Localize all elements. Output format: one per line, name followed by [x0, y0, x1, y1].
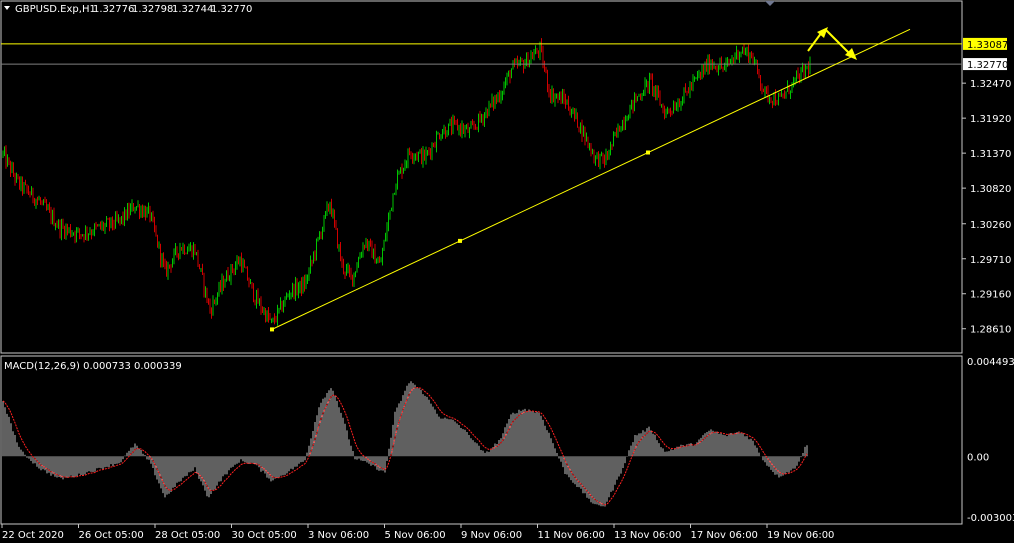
price-label: 1.29710: [970, 255, 1011, 266]
price-axis: 1.32470 1.31920 1.31370 1.30820 1.30260 1.297…: [962, 79, 1011, 336]
symbol-header: GBPUSD.Exp,H1: [15, 4, 96, 15]
trendline-anchor[interactable]: [270, 327, 274, 332]
current-price-label: 1.32770: [967, 60, 1008, 71]
trendline-anchor[interactable]: [458, 238, 462, 243]
macd-label: 0.004493: [967, 357, 1014, 368]
time-label: 30 Oct 05:00: [232, 530, 297, 541]
ohlc-open: 1.32776: [93, 4, 134, 15]
price-label: 1.31920: [970, 114, 1011, 125]
ohlc-low: 1.32744: [172, 4, 213, 15]
macd-axis: 0.004493 0.00 -0.003003: [967, 357, 1014, 524]
price-label: 1.32470: [970, 79, 1011, 90]
time-label: 9 Nov 06:00: [461, 530, 522, 541]
time-label: 13 Nov 06:00: [614, 530, 681, 541]
ohlc-high: 1.32798: [132, 4, 173, 15]
time-label: 19 Nov 06:00: [767, 530, 834, 541]
time-label: 26 Oct 05:00: [79, 530, 144, 541]
macd-label: 0.00: [967, 452, 989, 463]
macd-label: -0.003003: [967, 513, 1014, 524]
ohlc-close: 1.32770: [211, 4, 252, 15]
price-label: 1.28610: [970, 325, 1011, 336]
time-label: 5 Nov 06:00: [385, 530, 446, 541]
time-label: 11 Nov 06:00: [538, 530, 605, 541]
time-label: 28 Oct 05:00: [155, 530, 220, 541]
price-label: 1.30260: [970, 220, 1011, 231]
level-price-label: 1.33087: [967, 40, 1008, 51]
trendline-anchor[interactable]: [646, 150, 650, 155]
time-label: 17 Nov 06:00: [691, 530, 758, 541]
chart-window[interactable]: 1.33087 1.32770 1.32470 1.31920 1.31370 1.30…: [0, 0, 1014, 543]
price-label: 1.29160: [970, 290, 1011, 301]
macd-panel[interactable]: [0, 355, 963, 525]
time-label: 3 Nov 06:00: [308, 530, 369, 541]
macd-title: MACD(12,26,9) 0.000733 0.000339: [4, 361, 182, 372]
time-axis: 22 Oct 2020 26 Oct 05:00 28 Oct 05:00 30 Oc…: [1, 524, 834, 541]
price-panel[interactable]: [0, 0, 963, 354]
time-label: 22 Oct 2020: [2, 530, 64, 541]
price-label: 1.30820: [970, 184, 1011, 195]
price-label: 1.31370: [970, 149, 1011, 160]
